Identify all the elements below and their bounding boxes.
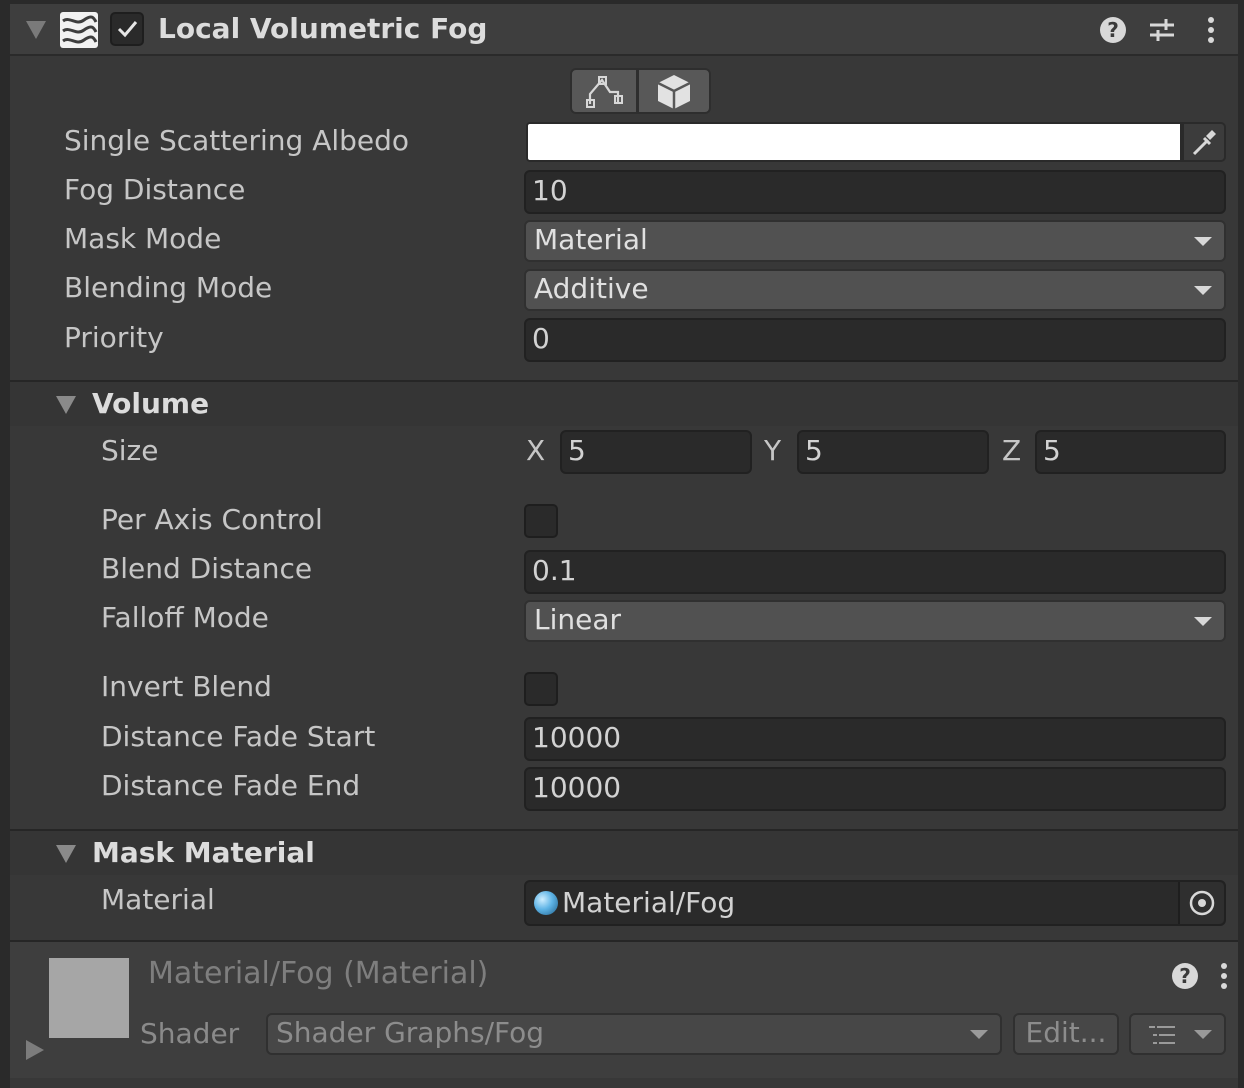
priority-field[interactable]: 0	[524, 318, 1226, 362]
edit-shader-button[interactable]: Edit...	[1013, 1013, 1119, 1055]
size-y-field[interactable]: 5	[797, 430, 989, 474]
shader-options-dropdown[interactable]	[1129, 1013, 1226, 1055]
target-icon	[1189, 890, 1215, 916]
blend-distance-label: Blend Distance	[101, 552, 313, 585]
size-x-field[interactable]: 5	[560, 430, 752, 474]
cube-icon	[657, 75, 691, 109]
fog-component-icon	[60, 12, 98, 48]
chevron-down-icon	[1194, 617, 1212, 626]
per-axis-control-checkbox[interactable]	[524, 504, 558, 538]
edit-bounds-button[interactable]	[637, 68, 711, 114]
distance-fade-end-field[interactable]: 10000	[524, 767, 1226, 811]
expand-arrow-icon[interactable]	[26, 1040, 44, 1060]
list-icon	[1149, 1026, 1175, 1044]
edit-shader-label: Edit...	[1025, 1016, 1107, 1049]
blending-mode-label: Blending Mode	[64, 271, 273, 304]
foldout-arrow-icon[interactable]	[56, 845, 76, 863]
object-picker-button[interactable]	[1178, 882, 1224, 924]
component-title: Local Volumetric Fog	[158, 12, 488, 45]
fog-distance-field[interactable]: 10	[524, 170, 1226, 214]
material-sphere-icon	[534, 891, 558, 915]
material-value: Material/Fog	[562, 886, 736, 919]
size-y-label: Y	[764, 434, 782, 467]
foldout-arrow-icon[interactable]	[26, 21, 46, 39]
more-options-icon[interactable]	[1206, 16, 1216, 46]
size-z-field[interactable]: 5	[1035, 430, 1226, 474]
material-more-options-icon[interactable]	[1219, 962, 1229, 992]
size-x-label: X	[526, 434, 546, 467]
edit-shape-icon	[586, 76, 623, 108]
blend-distance-field[interactable]: 0.1	[524, 550, 1226, 594]
volume-section-header[interactable]: Volume	[10, 382, 1238, 426]
eyedropper-icon	[1192, 130, 1216, 156]
blending-mode-dropdown[interactable]: Additive	[524, 269, 1226, 311]
shader-label: Shader	[140, 1017, 240, 1050]
size-label: Size	[101, 434, 159, 467]
material-object-field[interactable]: Material/Fog	[524, 880, 1226, 926]
chevron-down-icon	[970, 1030, 988, 1039]
distance-fade-end-label: Distance Fade End	[101, 769, 361, 802]
mask-mode-value: Material	[534, 223, 648, 256]
shader-value: Shader Graphs/Fog	[276, 1016, 545, 1049]
checkmark-icon	[117, 21, 138, 38]
fog-distance-label: Fog Distance	[64, 173, 246, 206]
shader-dropdown[interactable]: Shader Graphs/Fog	[266, 1013, 1002, 1055]
chevron-down-icon	[1194, 1030, 1212, 1039]
foldout-arrow-icon[interactable]	[56, 396, 76, 414]
invert-blend-label: Invert Blend	[101, 670, 272, 703]
chevron-down-icon	[1194, 286, 1212, 295]
component-header[interactable]: Local Volumetric Fog ?	[10, 4, 1238, 56]
enabled-checkbox[interactable]	[110, 12, 144, 46]
material-label: Material	[101, 883, 215, 916]
chevron-down-icon	[1194, 237, 1212, 246]
albedo-color-swatch[interactable]	[526, 122, 1182, 162]
falloff-mode-value: Linear	[534, 603, 622, 636]
blending-mode-value: Additive	[534, 272, 649, 305]
material-help-icon[interactable]: ?	[1172, 963, 1198, 989]
falloff-mode-label: Falloff Mode	[101, 601, 269, 634]
mask-mode-label: Mask Mode	[64, 222, 222, 255]
help-icon[interactable]: ?	[1100, 17, 1126, 43]
material-footer-title: Material/Fog (Material)	[148, 956, 489, 991]
presets-icon[interactable]	[1148, 16, 1176, 44]
eyedropper-button[interactable]	[1182, 122, 1226, 162]
single-scattering-albedo-label: Single Scattering Albedo	[64, 124, 410, 157]
material-preview-thumbnail	[49, 958, 129, 1038]
falloff-mode-dropdown[interactable]: Linear	[524, 600, 1226, 642]
priority-label: Priority	[64, 321, 164, 354]
distance-fade-start-label: Distance Fade Start	[101, 720, 376, 753]
invert-blend-checkbox[interactable]	[524, 672, 558, 706]
mask-material-section-header[interactable]: Mask Material	[10, 831, 1238, 875]
size-z-label: Z	[1002, 434, 1022, 467]
volume-section-title: Volume	[92, 387, 210, 420]
per-axis-control-label: Per Axis Control	[101, 503, 323, 536]
mask-mode-dropdown[interactable]: Material	[524, 220, 1226, 262]
distance-fade-start-field[interactable]: 10000	[524, 717, 1226, 761]
mask-material-section-title: Mask Material	[92, 836, 315, 869]
edit-shape-button[interactable]	[570, 68, 638, 114]
